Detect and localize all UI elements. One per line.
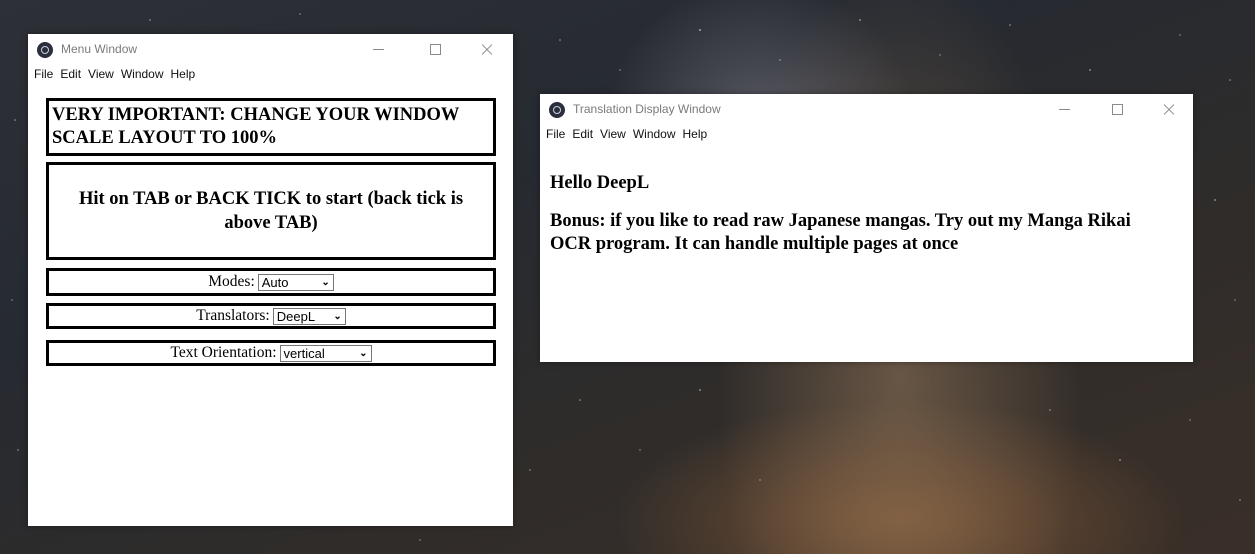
menu-view[interactable]: View	[600, 127, 626, 141]
maximize-icon[interactable]	[424, 39, 446, 59]
window-title: Translation Display Window	[573, 102, 721, 116]
menu-window[interactable]: Window	[121, 67, 164, 81]
bonus-text: Bonus: if you like to read raw Japanese …	[550, 211, 1131, 254]
greeting-text: Hello DeepL	[550, 173, 650, 193]
menu-window: Menu Window File Edit View Window Help V…	[28, 34, 513, 526]
translation-window-titlebar[interactable]: Translation Display Window	[540, 94, 1193, 124]
menu-help[interactable]: Help	[683, 127, 708, 141]
translators-row: Translators: DeepL ⌄	[46, 303, 496, 329]
instruction-text: Hit on TAB or BACK TICK to start (back t…	[78, 189, 464, 233]
menu-bar: File Edit View Window Help	[540, 124, 1193, 144]
translation-display-window: Translation Display Window File Edit Vie…	[540, 94, 1193, 362]
electron-app-icon	[549, 102, 565, 118]
modes-row: Modes: Auto ⌄	[46, 268, 496, 296]
menu-bar: File Edit View Window Help	[28, 64, 513, 84]
menu-window-titlebar[interactable]: Menu Window	[28, 34, 513, 64]
menu-window[interactable]: Window	[633, 127, 676, 141]
maximize-icon[interactable]	[1106, 99, 1128, 119]
menu-edit[interactable]: Edit	[60, 67, 81, 81]
menu-view[interactable]: View	[88, 67, 114, 81]
chevron-down-icon: ⌄	[321, 276, 330, 288]
menu-edit[interactable]: Edit	[572, 127, 593, 141]
menu-file[interactable]: File	[34, 67, 53, 81]
menu-file[interactable]: File	[546, 127, 565, 141]
chevron-down-icon: ⌄	[359, 347, 368, 359]
modes-label: Modes:	[208, 273, 255, 290]
modes-select[interactable]: Auto ⌄	[257, 273, 334, 291]
minimize-icon[interactable]	[1054, 99, 1076, 119]
orientation-value: vertical	[283, 345, 325, 361]
window-title: Menu Window	[61, 42, 138, 56]
translators-value: DeepL	[276, 308, 316, 324]
electron-app-icon	[37, 42, 53, 58]
warning-text: VERY IMPORTANT: CHANGE YOUR WINDOW SCALE…	[52, 105, 460, 148]
close-icon[interactable]	[1158, 99, 1180, 119]
menu-help[interactable]: Help	[171, 67, 196, 81]
scale-warning: VERY IMPORTANT: CHANGE YOUR WINDOW SCALE…	[46, 98, 496, 156]
modes-value: Auto	[261, 274, 289, 290]
orientation-select[interactable]: vertical ⌄	[279, 344, 372, 362]
chevron-down-icon: ⌄	[333, 310, 342, 322]
close-icon[interactable]	[476, 39, 498, 59]
orientation-row: Text Orientation: vertical ⌄	[46, 340, 496, 366]
minimize-icon[interactable]	[368, 39, 390, 59]
start-instruction: Hit on TAB or BACK TICK to start (back t…	[46, 162, 496, 260]
translators-label: Translators:	[196, 307, 270, 324]
orientation-label: Text Orientation:	[170, 344, 277, 361]
translators-select[interactable]: DeepL ⌄	[272, 307, 346, 325]
translation-content: Hello DeepL Bonus: if you like to read r…	[550, 172, 1170, 256]
